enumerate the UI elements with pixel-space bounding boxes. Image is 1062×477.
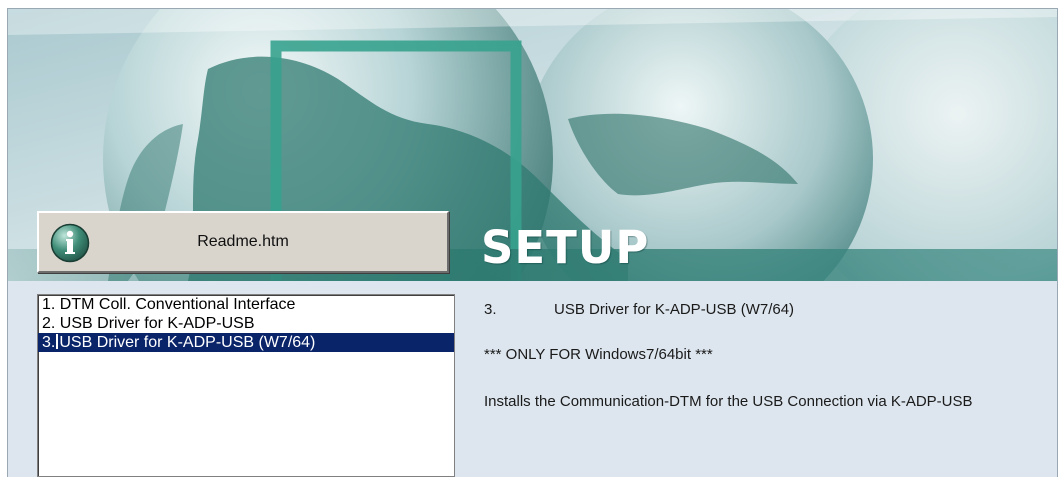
list-item-number: 1. (42, 296, 56, 313)
details-title: USB Driver for K-ADP-USB (W7/64) (554, 301, 795, 318)
readme-label: Readme.htm (197, 233, 289, 250)
details-warning: *** ONLY FOR Windows7/64bit *** (484, 346, 713, 363)
details-description: Installs the Communication-DTM for the U… (484, 393, 973, 410)
list-item-number: 2. (42, 315, 56, 332)
list-item-label: USB Driver for K-ADP-USB (W7/64) (59, 334, 316, 351)
list-item-usb-driver-w764[interactable]: 3. USB Driver for K-ADP-USB (W7/64) (38, 333, 454, 352)
component-listbox[interactable]: 1. DTM Coll. Conventional Interface 2. U… (37, 294, 455, 477)
list-item-number: 3. (42, 334, 56, 351)
list-item-label: DTM Coll. Conventional Interface (59, 296, 296, 313)
list-item-dtm-coll[interactable]: 1. DTM Coll. Conventional Interface (38, 295, 454, 314)
readme-button[interactable]: Readme.htm (37, 211, 449, 273)
list-item-label: USB Driver for K-ADP-USB (59, 315, 255, 332)
list-item-usb-driver[interactable]: 2. USB Driver for K-ADP-USB (38, 314, 454, 333)
setup-title: SETUP (481, 221, 650, 274)
details-number: 3. (484, 301, 497, 318)
setup-window: SETUP Readme.htm 1. DTM Coll. Convention… (7, 8, 1058, 477)
